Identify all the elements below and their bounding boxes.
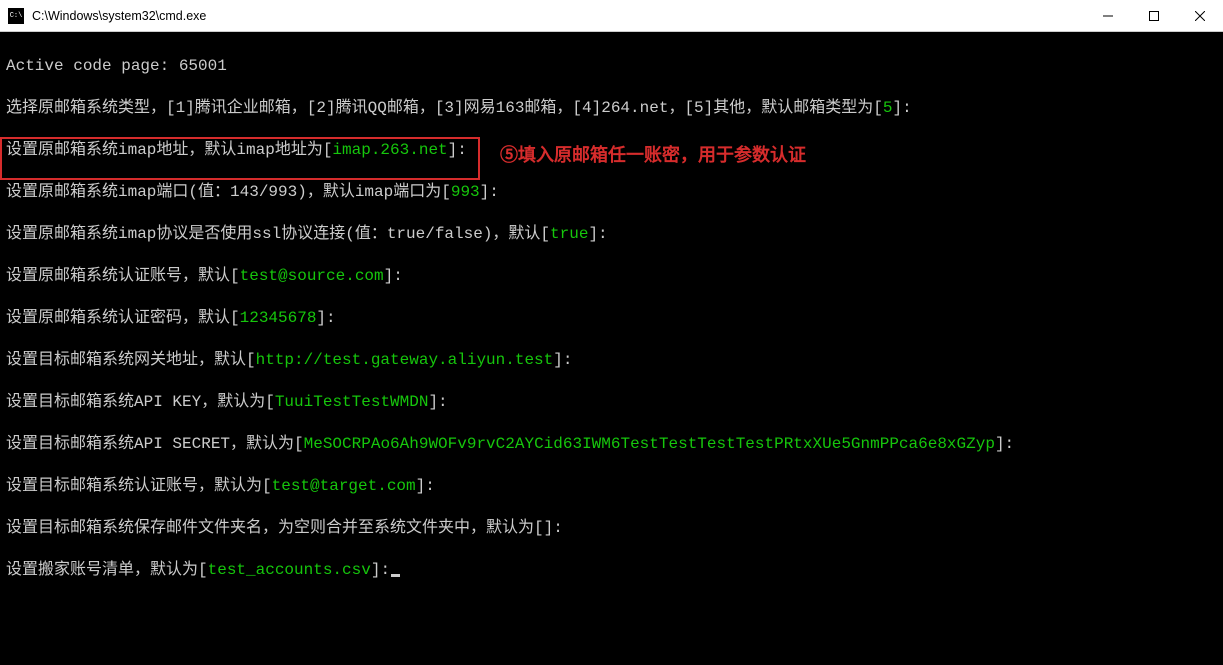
cmd-app-icon: C:\ bbox=[8, 8, 24, 24]
terminal-output[interactable]: Active code page: 65001 选择原邮箱系统类型，[1]腾讯企… bbox=[0, 32, 1223, 600]
close-button[interactable] bbox=[1177, 0, 1223, 32]
output-line: 设置原邮箱系统imap协议是否使用ssl协议连接(值：true/false)，默… bbox=[6, 224, 1217, 245]
output-line: 设置原邮箱系统imap端口(值：143/993)，默认imap端口为[993]: bbox=[6, 182, 1217, 203]
output-line: 设置原邮箱系统imap地址，默认imap地址为[imap.263.net]: bbox=[6, 140, 1217, 161]
output-line: 设置目标邮箱系统网关地址，默认[http://test.gateway.aliy… bbox=[6, 350, 1217, 371]
output-line: 设置原邮箱系统认证密码，默认[12345678]: bbox=[6, 308, 1217, 329]
maximize-button[interactable] bbox=[1131, 0, 1177, 32]
output-line: 设置目标邮箱系统API SECRET，默认为[MeSOCRPAo6Ah9WOFv… bbox=[6, 434, 1217, 455]
window-titlebar: C:\ C:\Windows\system32\cmd.exe bbox=[0, 0, 1223, 32]
output-line: Active code page: 65001 bbox=[6, 56, 1217, 77]
output-line: 设置目标邮箱系统认证账号，默认为[test@target.com]: bbox=[6, 476, 1217, 497]
output-line: 设置原邮箱系统认证账号，默认[test@source.com]: bbox=[6, 266, 1217, 287]
window-controls bbox=[1085, 0, 1223, 32]
output-line: 设置目标邮箱系统API KEY，默认为[TuuiTestTestWMDN]: bbox=[6, 392, 1217, 413]
text-cursor bbox=[391, 574, 400, 577]
window-title: C:\Windows\system32\cmd.exe bbox=[32, 9, 206, 23]
minimize-button[interactable] bbox=[1085, 0, 1131, 32]
output-line: 设置目标邮箱系统保存邮件文件夹名，为空则合并至系统文件夹中，默认为[]: bbox=[6, 518, 1217, 539]
output-line: 设置搬家账号清单，默认为[test_accounts.csv]: bbox=[6, 560, 1217, 581]
output-line: 选择原邮箱系统类型，[1]腾讯企业邮箱，[2]腾讯QQ邮箱，[3]网易163邮箱… bbox=[6, 98, 1217, 119]
